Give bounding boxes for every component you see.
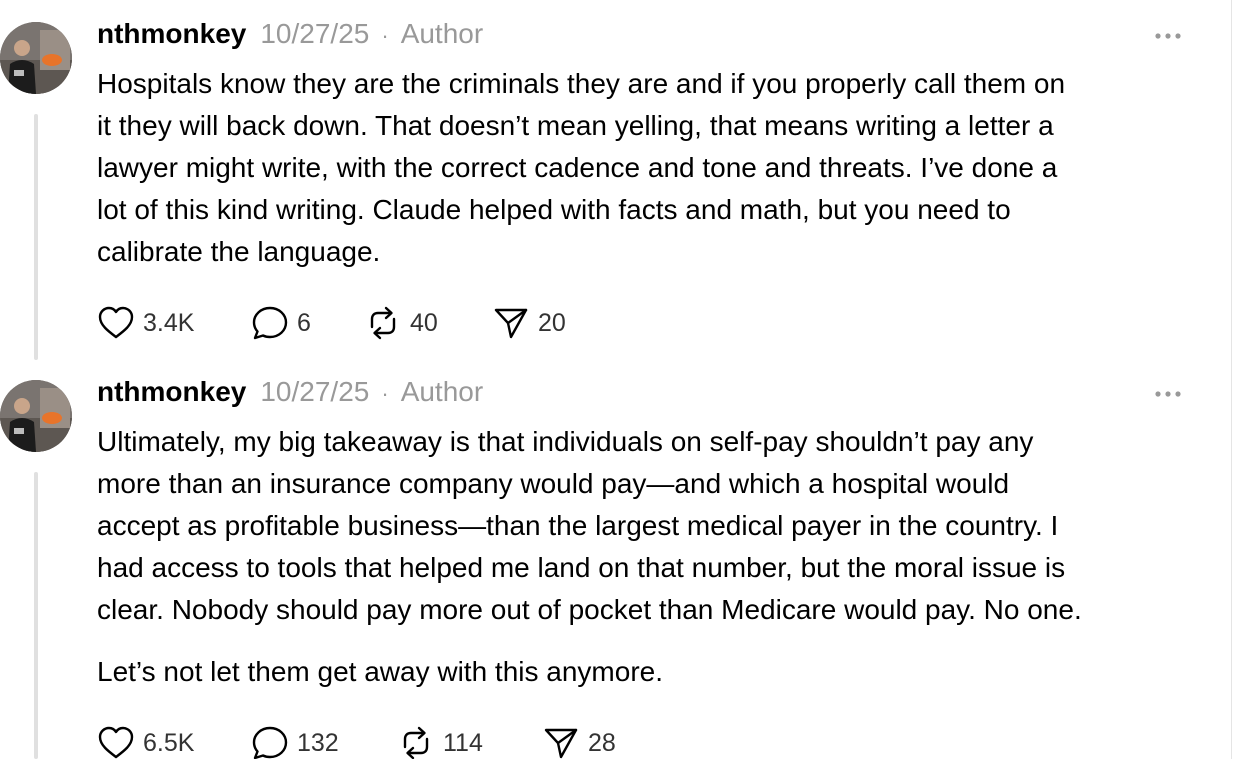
- post-header: nthmonkey 10/27/25 · Author: [97, 18, 483, 52]
- thread-connector-line: [34, 472, 38, 759]
- send-icon: [544, 728, 578, 759]
- author-badge: Author: [400, 376, 484, 407]
- thread-connector-line: [34, 114, 38, 360]
- post: nthmonkey 10/27/25 · Author Ultimately, …: [0, 376, 1242, 759]
- reply-count: 132: [297, 728, 339, 757]
- repost-icon: [370, 306, 396, 340]
- reply-count: 6: [297, 308, 311, 337]
- timestamp[interactable]: 10/27/25: [260, 18, 369, 50]
- comment-icon: [252, 306, 288, 340]
- repost-count: 40: [410, 308, 438, 337]
- avatar[interactable]: [0, 22, 72, 94]
- like-button[interactable]: 6.5K: [97, 725, 251, 759]
- share-count: 28: [588, 728, 616, 757]
- heart-icon: [98, 306, 134, 339]
- post-body: Hospitals know they are the criminals th…: [97, 63, 1197, 273]
- timestamp[interactable]: 10/27/25: [260, 376, 369, 408]
- reply-button[interactable]: 132: [251, 725, 397, 759]
- send-icon: [494, 308, 528, 339]
- like-count: 6.5K: [143, 728, 195, 757]
- more-dots-icon: [1155, 33, 1181, 39]
- post-paragraph: Ultimately, my big takeaway is that indi…: [97, 426, 1082, 625]
- post: nthmonkey 10/27/25 · Author Hospitals kn…: [0, 0, 1242, 360]
- share-button[interactable]: 28: [542, 725, 616, 759]
- post-body: Ultimately, my big takeaway is that indi…: [97, 421, 1197, 693]
- post-paragraph: Hospitals know they are the criminals th…: [97, 68, 1066, 267]
- repost-count: 114: [443, 728, 483, 757]
- repost-button[interactable]: 114: [397, 725, 542, 759]
- thread-view: nthmonkey 10/27/25 · Author Hospitals kn…: [0, 0, 1242, 759]
- like-count: 3.4K: [143, 308, 195, 337]
- repost-button[interactable]: 40: [364, 305, 492, 341]
- comment-icon: [252, 726, 288, 759]
- separator-dot: ·: [381, 23, 389, 48]
- repost-icon: [403, 726, 429, 759]
- share-button[interactable]: 20: [492, 305, 566, 341]
- reply-button[interactable]: 6: [251, 305, 364, 341]
- action-bar: 6.5K 132 114 28: [97, 723, 616, 759]
- more-options-button[interactable]: [1150, 384, 1186, 404]
- author-badge: Author: [400, 18, 484, 49]
- action-bar: 3.4K 6 40 20: [97, 303, 566, 343]
- avatar[interactable]: [0, 380, 72, 452]
- share-count: 20: [538, 308, 566, 337]
- post-header: nthmonkey 10/27/25 · Author: [97, 376, 483, 410]
- separator-dot: ·: [381, 381, 389, 406]
- username[interactable]: nthmonkey: [97, 18, 246, 50]
- post-paragraph: Let’s not let them get away with this an…: [97, 656, 663, 687]
- username[interactable]: nthmonkey: [97, 376, 246, 408]
- like-button[interactable]: 3.4K: [97, 305, 251, 341]
- more-options-button[interactable]: [1150, 26, 1186, 46]
- more-dots-icon: [1155, 391, 1181, 397]
- heart-icon: [98, 726, 134, 759]
